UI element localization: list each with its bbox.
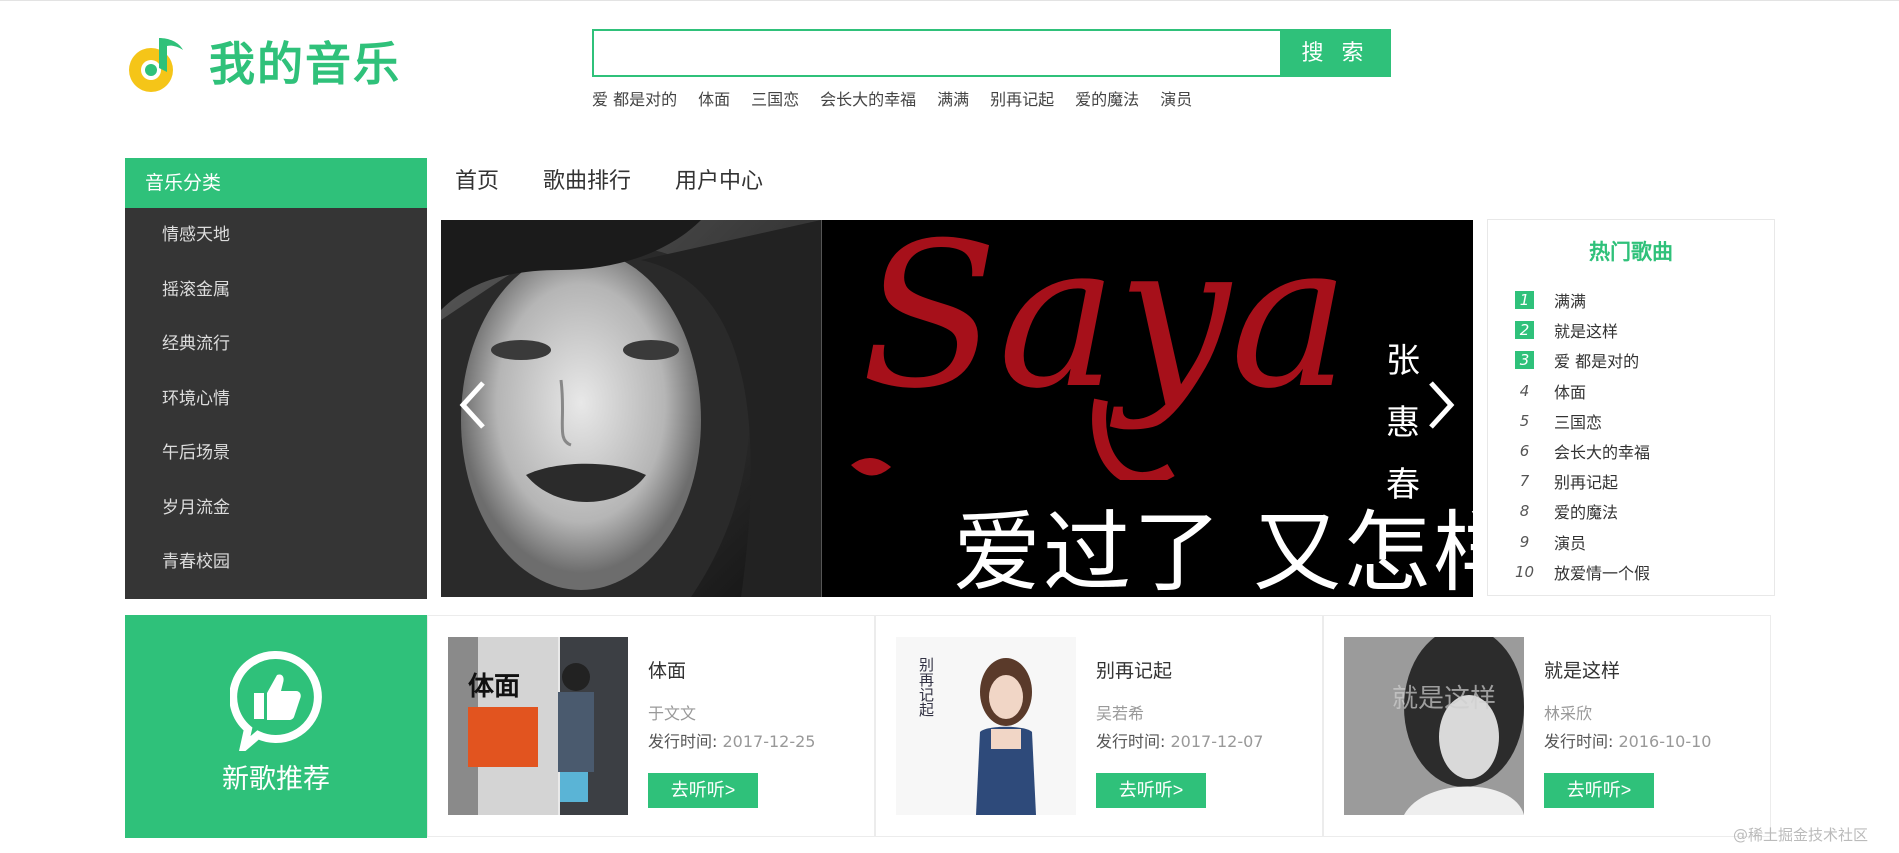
chevron-right-icon[interactable] [1421,375,1461,435]
release-date: 发行时间: 2016-10-10 [1544,732,1712,751]
rank-badge: 2 [1515,321,1534,340]
main-nav: 首页 歌曲排行 用户中心 [455,164,807,200]
chevron-left-icon[interactable] [453,375,493,435]
rank-number: 4 [1519,381,1530,400]
song-card: 体面 体面 于文文 发行时间: 2017-12-25 去听听> [427,615,875,837]
sidebar-item[interactable]: 情感天地 [125,208,427,263]
song-name[interactable]: 爱 都是对的 [1554,348,1639,372]
hot-song-row[interactable]: 4 体面 [1488,376,1774,406]
hot-song-row[interactable]: 8 爱的魔法 [1488,496,1774,526]
listen-button[interactable]: 去听听> [1096,773,1206,808]
sidebar-item[interactable]: 经典流行 [125,317,427,372]
banner-portrait-image [441,220,821,597]
svg-text:就是这样: 就是这样 [1392,684,1496,714]
rank-number: 8 [1519,502,1530,521]
category-sidebar: 音乐分类 情感天地 摇滚金属 经典流行 环境心情 午后场景 岁月流金 青春校园 [125,158,427,599]
song-name[interactable]: 三国恋 [1554,409,1602,433]
svg-text:体面: 体面 [468,672,520,702]
rank-number: 10 [1515,562,1535,581]
rank-number: 9 [1519,532,1530,551]
hot-song-row[interactable]: 6 会长大的幸福 [1488,436,1774,466]
rank-number: 5 [1519,411,1530,430]
hot-song-row[interactable]: 3 爱 都是对的 [1488,345,1774,375]
hot-song-row[interactable]: 9 演员 [1488,527,1774,557]
song-title[interactable]: 就是这样 [1544,656,1620,683]
listen-button[interactable]: 去听听> [1544,773,1654,808]
hot-keyword-link[interactable]: 体面 [698,86,730,110]
nav-item-home[interactable]: 首页 [455,164,499,200]
hot-song-row[interactable]: 1 满满 [1488,285,1774,315]
rank-badge: 1 [1515,291,1534,310]
song-name[interactable]: 就是这样 [1554,318,1618,342]
song-artist: 林采欣 [1544,704,1593,723]
song-title[interactable]: 别再记起 [1096,656,1172,683]
music-note-icon [129,38,183,92]
rank-number: 7 [1519,472,1530,491]
album-cover-image[interactable]: 就是这样 [1344,637,1524,815]
hot-song-row[interactable]: 7 别再记起 [1488,466,1774,496]
nav-item-ranking[interactable]: 歌曲排行 [543,164,631,200]
sidebar-item[interactable]: 午后场景 [125,426,427,481]
song-card: 就是这样 就是这样 林采欣 发行时间: 2016-10-10 去听听> [1323,615,1771,837]
nav-item-user-center[interactable]: 用户中心 [675,164,763,200]
song-card: 别再记起 别再记起 吴若希 发行时间: 2017-12-07 去听听> [875,615,1323,837]
song-name[interactable]: 会长大的幸福 [1554,439,1650,463]
search-bar: 搜 索 [592,29,1391,77]
banner-title: 爱过了 又怎样 [953,501,1473,597]
sidebar-title: 音乐分类 [125,158,427,208]
song-name[interactable]: 别再记起 [1554,469,1618,493]
song-artist: 吴若希 [1096,704,1145,723]
banner-divider [821,220,822,597]
banner-carousel[interactable]: Saya 张惠春 爱过了 又怎样 [441,220,1473,597]
sidebar-item[interactable]: 摇滚金属 [125,263,427,318]
hot-song-row[interactable]: 2 就是这样 [1488,315,1774,345]
hot-song-row[interactable]: 10 放爱情一个假 [1488,557,1774,587]
song-name[interactable]: 放爱情一个假 [1554,560,1650,584]
watermark: @稀土掘金技术社区 [1733,826,1869,844]
release-date: 发行时间: 2017-12-25 [648,732,816,751]
song-name[interactable]: 演员 [1554,530,1586,554]
logo-text: 我的音乐 [209,37,401,91]
logo[interactable]: 我的音乐 [125,32,401,96]
hot-keyword-link[interactable]: 三国恋 [751,86,799,110]
hot-songs-title: 热门歌曲 [1589,240,1673,264]
thumbs-up-icon [230,651,322,751]
top-divider [0,0,1899,1]
svg-text:别再记起: 别再记起 [917,657,935,717]
song-title[interactable]: 体面 [648,656,686,683]
hot-keyword-link[interactable]: 爱的魔法 [1075,86,1139,110]
hot-keyword-link[interactable]: 会长大的幸福 [820,86,916,110]
hot-keyword-link[interactable]: 满满 [937,86,969,110]
new-songs-label: 新歌推荐 [222,764,330,795]
hot-song-row[interactable]: 5 三国恋 [1488,406,1774,436]
rank-badge: 3 [1515,351,1534,370]
release-date: 发行时间: 2017-12-07 [1096,732,1264,751]
hot-keyword-link[interactable]: 演员 [1160,86,1192,110]
album-cover-image[interactable]: 体面 [448,637,628,815]
song-name[interactable]: 满满 [1554,288,1586,312]
sidebar-item[interactable]: 环境心情 [125,372,427,427]
hot-songs-panel: 热门歌曲 1 满满 2 就是这样 3 爱 都是对的 4 体面 5 三国恋 6 会长大的幸福 … [1487,219,1775,596]
hot-keyword-link[interactable]: 别再记起 [990,86,1054,110]
sidebar-item[interactable]: 岁月流金 [125,481,427,536]
listen-button[interactable]: 去听听> [648,773,758,808]
rank-number: 6 [1519,442,1530,461]
hot-keywords: 爱 都是对的 体面 三国恋 会长大的幸福 满满 别再记起 爱的魔法 演员 [592,86,1213,110]
new-songs-tile[interactable]: 新歌推荐 [125,615,427,838]
search-button[interactable]: 搜 索 [1280,29,1391,77]
sidebar-item[interactable]: 青春校园 [125,535,427,590]
album-cover-image[interactable]: 别再记起 [896,637,1076,815]
song-name[interactable]: 爱的魔法 [1554,499,1618,523]
search-input[interactable] [592,29,1286,77]
song-artist: 于文文 [648,704,697,723]
hot-songs-list: 1 满满 2 就是这样 3 爱 都是对的 4 体面 5 三国恋 6 会长大的幸福 7 别再记起… [1488,285,1774,587]
hot-keyword-link[interactable]: 爱 都是对的 [592,86,677,110]
song-name[interactable]: 体面 [1554,379,1586,403]
category-list: 情感天地 摇滚金属 经典流行 环境心情 午后场景 岁月流金 青春校园 [125,208,427,590]
banner-script-logo: Saya [851,220,1341,480]
